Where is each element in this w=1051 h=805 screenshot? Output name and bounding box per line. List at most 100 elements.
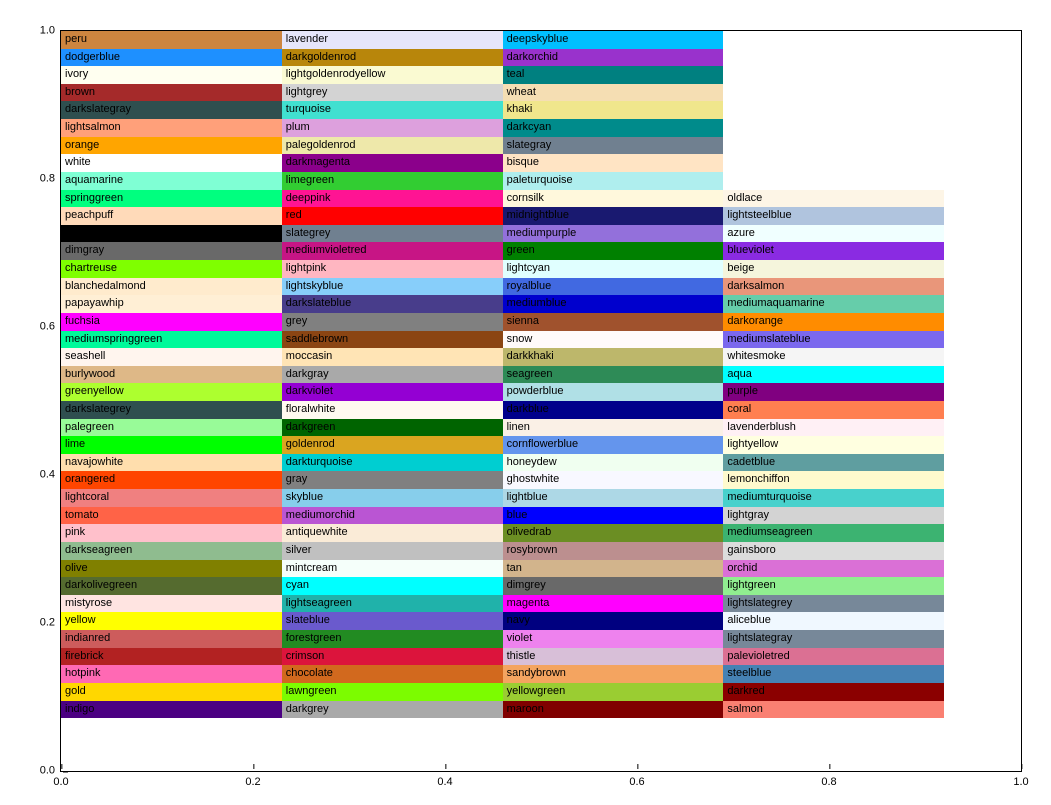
color-swatch: sienna [503, 313, 724, 331]
color-swatch: greenyellow [61, 383, 282, 401]
color-swatch: darkolivegreen [61, 577, 282, 595]
color-swatch: paleturquoise [503, 172, 724, 190]
color-swatch: lightcyan [503, 260, 724, 278]
color-swatch: rosybrown [503, 542, 724, 560]
color-swatch: slateblue [282, 612, 503, 630]
color-swatch: purple [723, 383, 944, 401]
color-swatch: blanchedalmond [61, 278, 282, 296]
color-swatch: tomato [61, 507, 282, 525]
color-swatch: lightcoral [61, 489, 282, 507]
color-swatch: ghostwhite [503, 471, 724, 489]
color-swatch: darkslategrey [61, 401, 282, 419]
color-swatch: lightyellow [723, 436, 944, 454]
color-swatch: grey [282, 313, 503, 331]
color-swatch: slategrey [282, 225, 503, 243]
color-swatch: hotpink [61, 665, 282, 683]
color-swatch: darkgreen [282, 419, 503, 437]
x-tick: 0.0 [53, 771, 68, 788]
color-swatch: lightseagreen [282, 595, 503, 613]
color-swatch: darkslategray [61, 101, 282, 119]
color-swatch: lightsteelblue [723, 207, 944, 225]
color-swatch: cornflowerblue [503, 436, 724, 454]
color-swatch: moccasin [282, 348, 503, 366]
color-swatch: lightslategrey [723, 595, 944, 613]
color-swatch: beige [723, 260, 944, 278]
color-swatch: wheat [503, 84, 724, 102]
color-swatch: slategray [503, 137, 724, 155]
color-swatch: yellowgreen [503, 683, 724, 701]
color-swatch: crimson [282, 648, 503, 666]
color-swatch: antiquewhite [282, 524, 503, 542]
color-swatch: aqua [723, 366, 944, 384]
color-swatch: azure [723, 225, 944, 243]
color-swatch: aquamarine [61, 172, 282, 190]
color-swatch: olivedrab [503, 524, 724, 542]
color-swatch: darkgrey [282, 701, 503, 719]
color-swatch: magenta [503, 595, 724, 613]
color-swatch: tan [503, 560, 724, 578]
color-swatch: orange [61, 137, 282, 155]
color-swatch: orangered [61, 471, 282, 489]
color-swatch: red [282, 207, 503, 225]
color-swatch: darkkhaki [503, 348, 724, 366]
color-swatch: darkgray [282, 366, 503, 384]
color-swatch: honeydew [503, 454, 724, 472]
color-swatch: firebrick [61, 648, 282, 666]
color-swatch: palegreen [61, 419, 282, 437]
color-swatch: seagreen [503, 366, 724, 384]
color-swatch: gainsboro [723, 542, 944, 560]
color-swatch: burlywood [61, 366, 282, 384]
x-tick: 0.8 [821, 771, 836, 788]
color-swatch: darkblue [503, 401, 724, 419]
color-swatch: lemonchiffon [723, 471, 944, 489]
color-swatch: plum [282, 119, 503, 137]
color-swatch: gold [61, 683, 282, 701]
color-swatch: steelblue [723, 665, 944, 683]
color-swatch: papayawhip [61, 295, 282, 313]
color-swatch: forestgreen [282, 630, 503, 648]
color-swatch: navajowhite [61, 454, 282, 472]
color-swatch: silver [282, 542, 503, 560]
color-swatch: saddlebrown [282, 331, 503, 349]
color-swatch: darkseagreen [61, 542, 282, 560]
color-swatch: lawngreen [282, 683, 503, 701]
color-swatch: oldlace [723, 190, 944, 208]
color-swatch: lightgreen [723, 577, 944, 595]
color-swatch: lavender [282, 31, 503, 49]
color-swatch: darkorange [723, 313, 944, 331]
color-swatch: springgreen [61, 190, 282, 208]
color-swatch: mediumblue [503, 295, 724, 313]
color-swatch: brown [61, 84, 282, 102]
color-swatch: lightblue [503, 489, 724, 507]
color-swatch: sandybrown [503, 665, 724, 683]
color-swatch: black [61, 225, 282, 243]
color-swatch: salmon [723, 701, 944, 719]
color-swatch: white [61, 154, 282, 172]
color-swatch: floralwhite [282, 401, 503, 419]
color-swatch: teal [503, 66, 724, 84]
color-swatch: palevioletred [723, 648, 944, 666]
color-swatch: darkcyan [503, 119, 724, 137]
color-swatch: khaki [503, 101, 724, 119]
color-swatch: seashell [61, 348, 282, 366]
color-swatch: royalblue [503, 278, 724, 296]
color-swatch: cadetblue [723, 454, 944, 472]
color-swatch: mediumseagreen [723, 524, 944, 542]
x-tick: 0.4 [437, 771, 452, 788]
axes: http://blog.csdn.net/qq_26376175 0.00.20… [60, 30, 1022, 772]
color-swatch: chocolate [282, 665, 503, 683]
color-swatch: violet [503, 630, 724, 648]
color-swatch: dodgerblue [61, 49, 282, 67]
color-swatch: cyan [282, 577, 503, 595]
color-swatch: olive [61, 560, 282, 578]
y-tick: 0.8 [40, 174, 61, 185]
color-swatch: dimgray [61, 242, 282, 260]
color-swatch: darkred [723, 683, 944, 701]
color-swatch: green [503, 242, 724, 260]
y-tick: 0.4 [40, 470, 61, 481]
color-swatch: darkmagenta [282, 154, 503, 172]
color-swatch: cornsilk [503, 190, 724, 208]
color-swatch: linen [503, 419, 724, 437]
color-swatch: dimgrey [503, 577, 724, 595]
color-swatch: fuchsia [61, 313, 282, 331]
